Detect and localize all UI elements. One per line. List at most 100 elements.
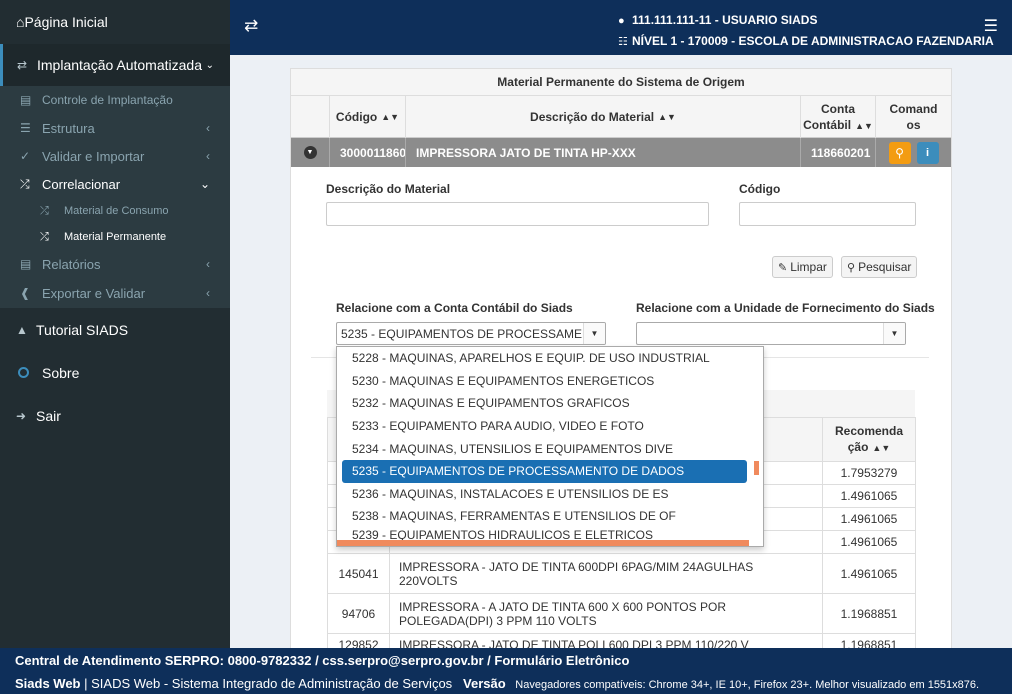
sidebar-item-label: Material Permanente xyxy=(64,231,167,243)
button-label: Limpar xyxy=(790,260,827,274)
cod-input[interactable] xyxy=(739,202,916,226)
row-codigo: 3000011860 xyxy=(329,138,405,167)
dropdown-option[interactable]: 5236 - MAQUINAS, INSTALACOES E UTENSILIO… xyxy=(342,483,747,506)
cloud-icon: ❰ xyxy=(20,286,31,300)
row-commands: ⚲ i xyxy=(875,138,951,167)
limpar-button[interactable]: ✎ Limpar xyxy=(772,256,833,278)
horizontal-scrollbar[interactable] xyxy=(337,540,749,546)
dropdown-option[interactable]: 5238 - MAQUINAS, FERRAMENTAS E UTENSILIO… xyxy=(342,505,747,528)
header-comandos: Comand os xyxy=(875,96,951,138)
header-label: Descrição do Material xyxy=(530,110,655,124)
dropdown-option[interactable]: 5234 - MAQUINAS, UTENSILIOS E EQUIPAMENT… xyxy=(342,437,747,460)
random-icon: ⤮ xyxy=(40,230,49,243)
list-icon: ☰ xyxy=(20,121,31,135)
detail-panel: Descrição do Material Código ✎ Limpar ⚲ … xyxy=(291,168,951,669)
header-descricao[interactable]: Descrição do Material ▲▼ xyxy=(405,96,800,138)
sidebar-toggle-icon[interactable]: ⇄ xyxy=(244,16,258,36)
sidebar-item-sobre[interactable]: Sobre xyxy=(0,351,230,394)
collapse-icon[interactable]: ▼ xyxy=(303,146,317,159)
thumbs-up-icon: ✓ xyxy=(20,149,31,163)
row-desc: IMPRESSORA - JATO DE TINTA 600DPI 6PAG/M… xyxy=(388,553,824,594)
sidebar-item-label: Sair xyxy=(36,407,61,424)
table-row[interactable]: 94706 IMPRESSORA - A JATO DE TINTA 600 X… xyxy=(327,593,916,634)
sidebar-item-permanente[interactable]: ⤮ Material Permanente xyxy=(0,224,230,250)
row-rec: 1.7953279 xyxy=(822,461,916,485)
dropdown-scrollbar[interactable] xyxy=(751,347,763,546)
desc-label: Descrição do Material xyxy=(326,182,451,196)
table-row[interactable]: 145041 IMPRESSORA - JATO DE TINTA 600DPI… xyxy=(327,553,916,594)
brand: Siads Web xyxy=(15,676,81,691)
sidebar-item-validar[interactable]: ✓ Validar e Importar ‹ xyxy=(0,142,230,170)
dropdown-option[interactable]: 5232 - MAQUINAS E EQUIPAMENTOS GRAFICOS xyxy=(342,392,747,415)
sidebar: ⌂ Página Inicial ⇄ Implantação Automatiz… xyxy=(0,0,230,648)
row-rec: 1.4961065 xyxy=(822,530,916,554)
header-label: ção xyxy=(847,440,869,454)
user-icon: ● xyxy=(618,15,625,27)
sort-icon: ▲▼ xyxy=(855,120,873,131)
expand-cell[interactable]: ▼ xyxy=(291,138,329,167)
conta-select[interactable]: 5235 - EQUIPAMENTOS DE PROCESSAMENTO DE … xyxy=(336,322,606,345)
eraser-icon: ✎ xyxy=(778,261,788,274)
dropdown-option[interactable]: 5239 - EQUIPAMENTOS HIDRAULICOS E ELETRI… xyxy=(342,528,747,540)
search-button[interactable]: ⚲ xyxy=(888,141,911,164)
scrollbar-thumb[interactable] xyxy=(754,461,759,475)
select-value: 5235 - EQUIPAMENTOS DE PROCESSAMENTO DE … xyxy=(341,326,606,341)
user-info: ● 111.111.111-11 - USUARIO SIADS ☷ NÍVEL 1… xyxy=(618,10,994,52)
header-recomendacao[interactable]: Recomenda ção ▲▼ xyxy=(822,417,916,462)
dropdown-option[interactable]: 5230 - MAQUINAS E EQUIPAMENTOS ENERGETIC… xyxy=(342,370,747,393)
sidebar-item-implantacao[interactable]: ⇄ Implantação Automatizada ⌄ xyxy=(0,44,230,86)
submenu-implantacao: ▤ Controle de Implantação ☰ Estrutura ‹ … xyxy=(0,86,230,308)
sidebar-item-controle[interactable]: ▤ Controle de Implantação xyxy=(0,86,230,114)
sidebar-item-consumo[interactable]: ⤮ Material de Consumo xyxy=(0,198,230,224)
sidebar-item-label: Sobre xyxy=(42,364,80,381)
dropdown-option[interactable]: 5233 - EQUIPAMENTO PARA AUDIO, VIDEO E F… xyxy=(342,415,747,438)
top-header: ⇄ ● 111.111.111-11 - USUARIO SIADS ☷ NÍVEL… xyxy=(230,0,1012,55)
footer: Central de Atendimento SERPRO: 0800-9782… xyxy=(0,648,1012,694)
search-icon: ⚲ xyxy=(895,145,904,160)
table-row[interactable]: ▼ 3000011860 IMPRESSORA JATO DE TINTA HP… xyxy=(291,138,951,167)
unidade-select[interactable]: ▼ xyxy=(636,322,906,345)
dropdown-option-selected[interactable]: 5235 - EQUIPAMENTOS DE PROCESSAMENTO DE … xyxy=(342,459,747,483)
header-expand xyxy=(291,96,329,138)
row-conta: 118660201 xyxy=(800,138,875,167)
dropdown-option[interactable]: 5228 - MAQUINAS, APARELHOS E EQUIP. DE U… xyxy=(342,347,747,370)
material-panel: Material Permanente do Sistema de Origem… xyxy=(290,68,952,669)
conta-dropdown-list[interactable]: 5228 - MAQUINAS, APARELHOS E EQUIP. DE U… xyxy=(336,346,764,547)
caret-down-icon: ▼ xyxy=(883,323,905,344)
pesquisar-button[interactable]: ⚲ Pesquisar xyxy=(841,256,918,278)
row-rec: 1.4961065 xyxy=(822,507,916,531)
sidebar-item-label: Validar e Importar xyxy=(42,148,145,164)
search-icon: ⚲ xyxy=(847,261,856,274)
sort-icon: ▲▼ xyxy=(381,112,400,122)
list-icon: ▤ xyxy=(20,257,32,271)
sitemap-icon: ☷ xyxy=(618,36,628,48)
sidebar-item-relatorios[interactable]: ▤ Relatórios ‹ xyxy=(0,250,230,278)
caret-down-icon: ▼ xyxy=(583,323,605,344)
conta-label: Relacione com a Conta Contábil do Siads xyxy=(336,301,573,315)
menu-icon[interactable]: ☰ xyxy=(984,16,998,36)
row-rec: 1.4961065 xyxy=(822,484,916,508)
sidebar-item-sair[interactable]: ➜ Sair xyxy=(0,394,230,437)
header-codigo[interactable]: Código ▲▼ xyxy=(329,96,405,138)
header-conta[interactable]: Conta Contábil ▲▼ xyxy=(800,96,875,138)
sort-icon: ▲▼ xyxy=(872,443,891,453)
header-label: Conta xyxy=(821,101,855,116)
sidebar-item-exportar[interactable]: ❰ Exportar e Validar ‹ xyxy=(0,278,230,308)
header-label: Contábil xyxy=(803,117,852,132)
chevron-down-icon: ⌄ xyxy=(199,177,210,191)
info-button[interactable]: i xyxy=(916,141,939,164)
sidebar-item-estrutura[interactable]: ☰ Estrutura ‹ xyxy=(0,114,230,142)
sidebar-item-tutorial[interactable]: ▲ Tutorial SIADS xyxy=(0,308,230,351)
desc-input[interactable] xyxy=(326,202,709,226)
chevron-left-icon: ‹ xyxy=(206,121,210,135)
version-line: Siads Web | SIADS Web - Sistema Integrad… xyxy=(15,676,979,691)
row-code: 145041 xyxy=(327,553,390,594)
header-label: Comand xyxy=(889,102,938,116)
sidebar-item-home[interactable]: ⌂ Página Inicial xyxy=(0,0,230,44)
main-content: Material Permanente do Sistema de Origem… xyxy=(230,55,1012,669)
sort-icon: ▲▼ xyxy=(658,112,676,122)
header-label: os xyxy=(906,118,921,132)
chevron-left-icon: ‹ xyxy=(206,286,210,300)
sidebar-item-correlacionar[interactable]: ⤮ Correlacionar ⌄ xyxy=(0,170,230,198)
sidebar-item-label: Estrutura xyxy=(42,120,95,136)
